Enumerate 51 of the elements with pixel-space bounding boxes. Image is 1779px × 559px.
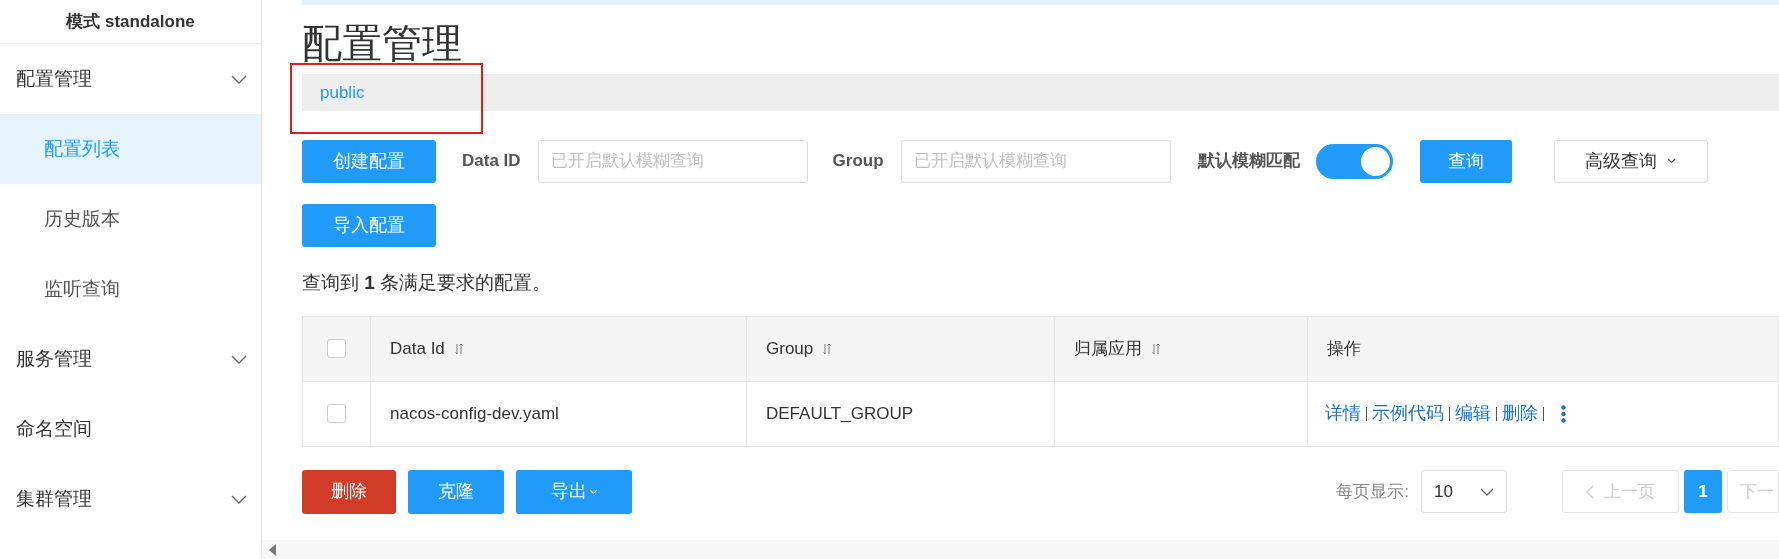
data-id-label: Data ID (462, 150, 521, 173)
sidebar-subitem[interactable]: 监听查询 (0, 254, 261, 324)
chevron-down-icon (231, 74, 247, 84)
sidebar-item[interactable]: 配置管理 (0, 44, 261, 114)
group-field[interactable]: 已开启默认模糊查询 (900, 139, 1171, 183)
page-size-select[interactable]: 10 (1421, 470, 1507, 513)
advanced-search-button[interactable]: 高级查询 (1553, 139, 1708, 183)
chevron-down-icon (231, 494, 247, 504)
import-config-button[interactable]: 导入配置 (302, 204, 436, 247)
page-size-label: 每页显示: (1336, 480, 1409, 503)
action-button[interactable]: 克隆 (408, 469, 504, 514)
column-header[interactable]: Group (766, 335, 832, 362)
sidebar-subitem[interactable]: 配置列表 (0, 114, 261, 184)
sidebar-item[interactable]: 集群管理 (0, 464, 261, 534)
table-cell: DEFAULT_GROUP (766, 403, 914, 423)
scroll-left-icon[interactable] (269, 543, 277, 556)
sort-icon[interactable] (454, 342, 463, 355)
row-checkbox[interactable] (327, 404, 346, 423)
delete-button[interactable]: 删除 (302, 469, 396, 514)
chevron-left-icon (1586, 484, 1594, 499)
more-icon[interactable] (1561, 404, 1566, 423)
action-link[interactable]: 编辑 (1455, 400, 1491, 427)
sidebar-subitem[interactable]: 历史版本 (0, 184, 261, 254)
action-link[interactable]: 删除 (1502, 400, 1538, 427)
fuzzy-match-label: 默认模糊匹配 (1197, 150, 1300, 173)
result-summary: 查询到 1 条满足要求的配置。 (302, 271, 552, 295)
caret-icon (588, 488, 598, 495)
chevron-down-icon (231, 354, 247, 364)
action-button[interactable]: 导出 (516, 469, 632, 514)
namespace-tab[interactable]: public (320, 79, 365, 106)
column-header[interactable]: 归属应用 (1074, 335, 1160, 362)
select-all-checkbox[interactable] (327, 339, 346, 358)
action-link[interactable]: 示例代码 (1372, 400, 1444, 427)
search-button[interactable]: 查询 (1419, 139, 1512, 183)
create-config-button[interactable]: 创建配置 (302, 139, 436, 183)
sort-icon[interactable] (823, 342, 832, 355)
caret-icon (1667, 158, 1677, 164)
page-title: 配置管理 (302, 20, 462, 67)
group-label: Group (832, 150, 884, 173)
fuzzy-match-toggle[interactable] (1315, 143, 1393, 179)
mode-label: 模式 standalone (0, 0, 261, 44)
table-cell: nacos-config-dev.yaml (390, 403, 559, 423)
data-id-field[interactable]: 已开启默认模糊查询 (537, 139, 808, 183)
page-button[interactable]: 1 (1684, 470, 1722, 513)
column-header: 操作 (1327, 337, 1361, 360)
column-header[interactable]: Data Id (390, 335, 463, 362)
sidebar-item[interactable]: 服务管理 (0, 324, 261, 394)
chevron-down-icon (1480, 487, 1494, 496)
action-link[interactable]: 详情 (1325, 400, 1361, 427)
sidebar-item[interactable]: 命名空间 (0, 394, 261, 464)
sort-icon[interactable] (1152, 342, 1160, 355)
